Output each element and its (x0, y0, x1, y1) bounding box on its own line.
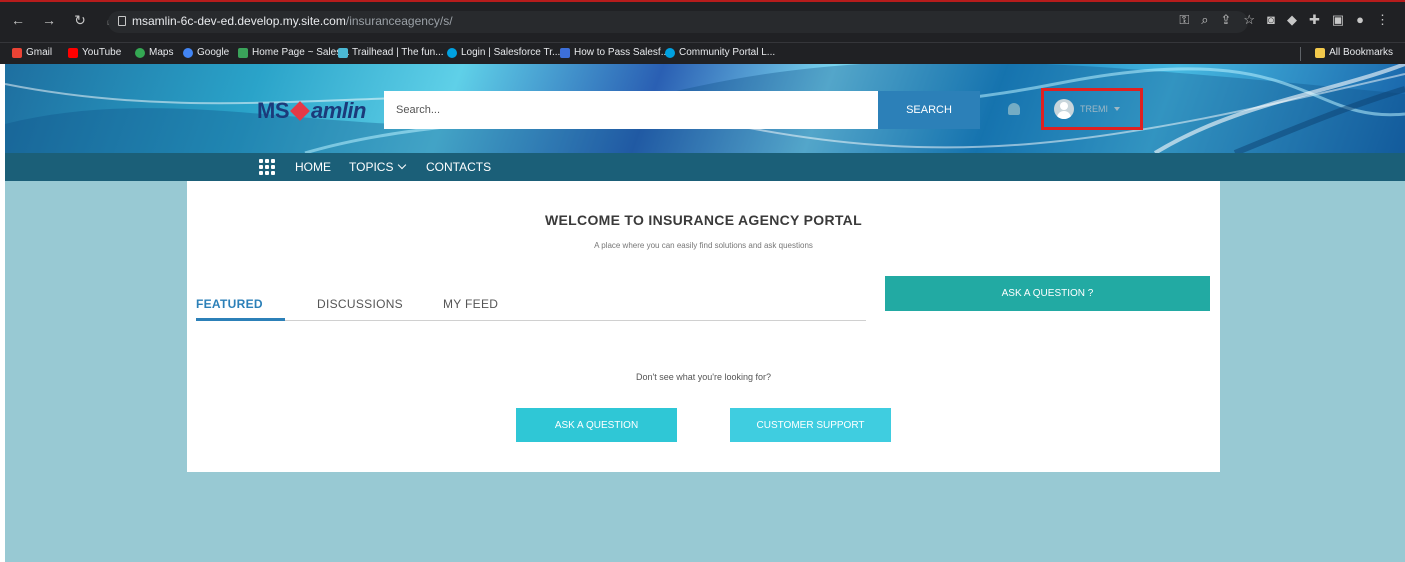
bookmark-label: Gmail (26, 47, 53, 58)
star-icon[interactable]: ☆ (1243, 12, 1255, 28)
content-card: WELCOME TO INSURANCE AGENCY PORTAL A pla… (187, 181, 1220, 472)
bookmark-label: Trailhead | The fun... (352, 47, 444, 58)
bookmark-how-to-pass[interactable]: How to Pass Salesf... (560, 47, 669, 58)
bookmark-label: Login | Salesforce Tr... (461, 47, 561, 58)
browser-nav: ← → ↻ ⌂ (10, 12, 119, 29)
tab-discussions[interactable]: DISCUSSIONS (317, 297, 403, 311)
bookmark-home-page[interactable]: Home Page ~ Sales... (238, 47, 350, 58)
menu-icon[interactable]: ⋮ (1376, 12, 1389, 28)
logo-diamond-icon (290, 101, 310, 121)
chevron-down-icon (398, 160, 407, 170)
msamlin-logo[interactable]: MS amlin (257, 98, 366, 124)
nav-contacts[interactable]: CONTACTS (426, 160, 491, 174)
url-path: /insuranceagency/s/ (345, 14, 453, 28)
bookmark-label: How to Pass Salesf... (574, 47, 670, 58)
bookmark-label: YouTube (82, 47, 122, 58)
tab-my-feed[interactable]: MY FEED (443, 297, 498, 311)
bookmark-label: Maps (149, 47, 174, 58)
trailhead-icon (338, 47, 348, 58)
bookmark-community-portal[interactable]: Community Portal L... (665, 47, 775, 58)
all-bookmarks-label: All Bookmarks (1329, 47, 1393, 58)
bookmark-login[interactable]: Login | Salesforce Tr... (447, 47, 560, 58)
profile-icon[interactable]: ● (1356, 12, 1364, 28)
extension-icon[interactable]: ◆ (1287, 12, 1297, 28)
not-found-text: Don't see what you're looking for? (635, 372, 771, 382)
user-profile-menu[interactable]: TREMI (1041, 88, 1143, 130)
forward-icon[interactable]: → (41, 12, 57, 29)
url-text: msamlin-6c-dev-ed.develop.my.site.com/in… (132, 14, 453, 28)
bookmark-youtube[interactable]: YouTube (68, 47, 121, 58)
maps-icon (135, 47, 145, 58)
bookmark-label: Home Page ~ Sales... (252, 47, 350, 58)
google-icon (183, 47, 193, 58)
back-icon[interactable]: ← (10, 12, 26, 29)
feed-tabs: FEATURED DISCUSSIONS MY FEED (196, 291, 866, 321)
ask-question-button[interactable]: ASK A QUESTION (516, 408, 677, 442)
all-bookmarks[interactable]: All Bookmarks (1315, 47, 1393, 58)
search-button[interactable]: SEARCH (878, 91, 980, 129)
user-avatar-icon (1054, 99, 1074, 119)
notifications-bell-icon[interactable] (1008, 103, 1020, 115)
zoom-icon[interactable]: ⌕ (1201, 12, 1208, 28)
share-icon[interactable]: ⇪ (1221, 12, 1232, 28)
site-navigation: HOME TOPICS CONTACTS (5, 153, 1405, 181)
search-input[interactable] (384, 91, 878, 129)
community-icon (665, 47, 675, 58)
bookmark-label: Community Portal L... (679, 47, 776, 58)
browser-actions: ⚿ ⌕ ⇪ ☆ ◙ ◆ ✚ ▣ ● ⋮ (1179, 12, 1389, 28)
logo-amlin: amlin (311, 98, 366, 123)
tab-featured[interactable]: FEATURED (196, 297, 263, 311)
howto-icon (560, 47, 570, 58)
page-tagline: A place where you can easily find soluti… (594, 241, 813, 250)
user-name: TREMI (1080, 104, 1108, 114)
homepage-icon (238, 47, 248, 58)
bookmarks-bar: Gmail YouTube Maps Google Home Page ~ Sa… (0, 42, 1405, 64)
page-title: WELCOME TO INSURANCE AGENCY PORTAL (545, 212, 862, 228)
bookmark-gmail[interactable]: Gmail (12, 47, 52, 58)
customer-support-button[interactable]: CUSTOMER SUPPORT (730, 408, 891, 442)
key-icon[interactable]: ⚿ (1179, 12, 1189, 28)
browser-toolbar: ← → ↻ ⌂ msamlin-6c-dev-ed.develop.my.sit… (0, 0, 1405, 42)
logo-ms: MS (257, 98, 290, 123)
bookmark-google[interactable]: Google (183, 47, 229, 58)
camera-icon[interactable]: ◙ (1267, 12, 1275, 28)
salesforce-icon (447, 47, 457, 58)
ask-question-header-button[interactable]: ASK A QUESTION ? (885, 276, 1210, 311)
lock-icon[interactable] (118, 16, 126, 26)
app-launcher-icon[interactable] (259, 159, 275, 175)
caret-down-icon (1114, 107, 1120, 111)
bookmarks-divider (1300, 47, 1301, 61)
bookmark-maps[interactable]: Maps (135, 47, 173, 58)
folder-icon (1315, 47, 1326, 58)
bookmark-label: Google (197, 47, 230, 58)
address-bar[interactable]: msamlin-6c-dev-ed.develop.my.site.com/in… (108, 11, 1248, 33)
active-tab-indicator (196, 318, 285, 321)
puzzle-icon[interactable]: ✚ (1309, 12, 1320, 28)
bookmark-trailhead[interactable]: Trailhead | The fun... (338, 47, 444, 58)
gmail-icon (12, 47, 22, 58)
url-host: msamlin-6c-dev-ed.develop.my.site.com (132, 14, 346, 28)
reload-icon[interactable]: ↻ (72, 12, 88, 29)
youtube-icon (68, 47, 78, 58)
nav-home[interactable]: HOME (295, 160, 331, 174)
nav-topics[interactable]: TOPICS (349, 160, 407, 174)
sidepanel-icon[interactable]: ▣ (1332, 12, 1344, 28)
nav-topics-label: TOPICS (349, 160, 394, 174)
window-edge (0, 0, 1405, 2)
